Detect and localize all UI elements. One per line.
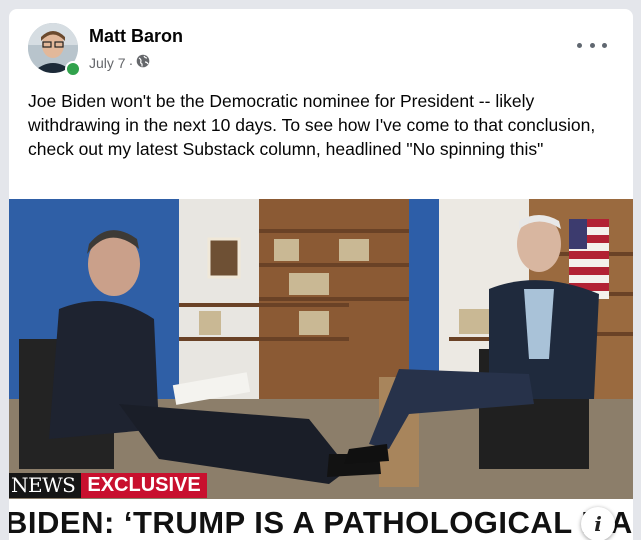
dot-icon [577, 42, 582, 48]
more-options-button[interactable] [577, 35, 607, 55]
post-card: Matt Baron July 7 · Joe Biden won't be t… [9, 9, 633, 540]
news-banner-tag: NEWS EXCLUSIVE [9, 473, 207, 498]
post-author-name[interactable]: Matt Baron [89, 26, 183, 47]
globe-icon[interactable] [136, 54, 150, 71]
exclusive-label: EXCLUSIVE [81, 473, 207, 498]
post-date[interactable]: July 7 [89, 55, 126, 71]
news-headline: BIDEN: ‘TRUMP IS A PATHOLOGICAL LIAR’ [9, 505, 633, 540]
online-status-indicator [65, 61, 81, 77]
meta-separator: · [128, 54, 134, 71]
dot-icon [589, 42, 595, 48]
dot-icon [602, 42, 607, 48]
post-body-text: Joe Biden won't be the Democratic nomine… [28, 91, 596, 159]
network-label: NEWS [9, 473, 82, 498]
post-meta: July 7 · [89, 54, 150, 71]
post-video[interactable]: NEWS EXCLUSIVE BIDEN: ‘TRUMP IS A PATHOL… [9, 199, 633, 540]
news-headline-bar: BIDEN: ‘TRUMP IS A PATHOLOGICAL LIAR’ [9, 499, 633, 540]
info-button[interactable]: i [581, 507, 615, 540]
